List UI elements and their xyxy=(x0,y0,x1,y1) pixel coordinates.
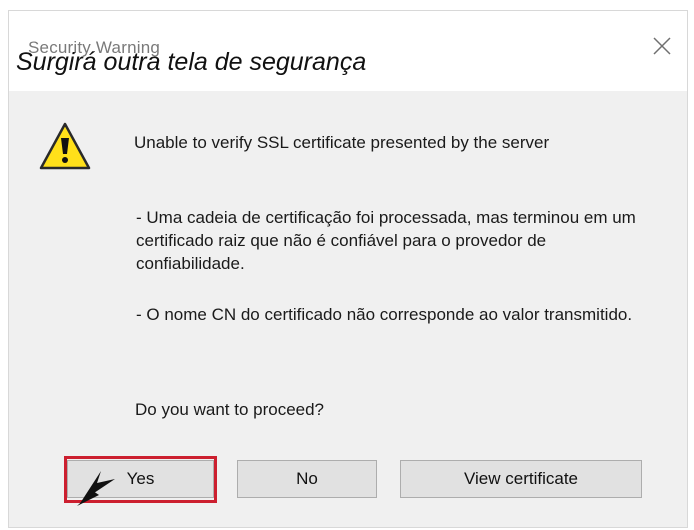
proceed-prompt: Do you want to proceed? xyxy=(135,400,325,419)
warning-headline: Unable to verify SSL certificate present… xyxy=(134,133,550,152)
tutorial-caption: Surgirá outra tela de segurança xyxy=(16,48,367,76)
warning-detail-chain: - Uma cadeia de certificação foi process… xyxy=(136,208,636,273)
close-icon[interactable] xyxy=(651,35,673,57)
warning-triangle-icon xyxy=(39,121,91,171)
yes-button[interactable]: Yes xyxy=(67,460,214,498)
no-button[interactable]: No xyxy=(237,460,377,498)
warning-detail-cn: - O nome CN do certificado não correspon… xyxy=(136,305,633,324)
security-warning-dialog: Security Warning Unable to verify SSL ce… xyxy=(8,10,688,528)
view-certificate-button[interactable]: View certificate xyxy=(400,460,642,498)
